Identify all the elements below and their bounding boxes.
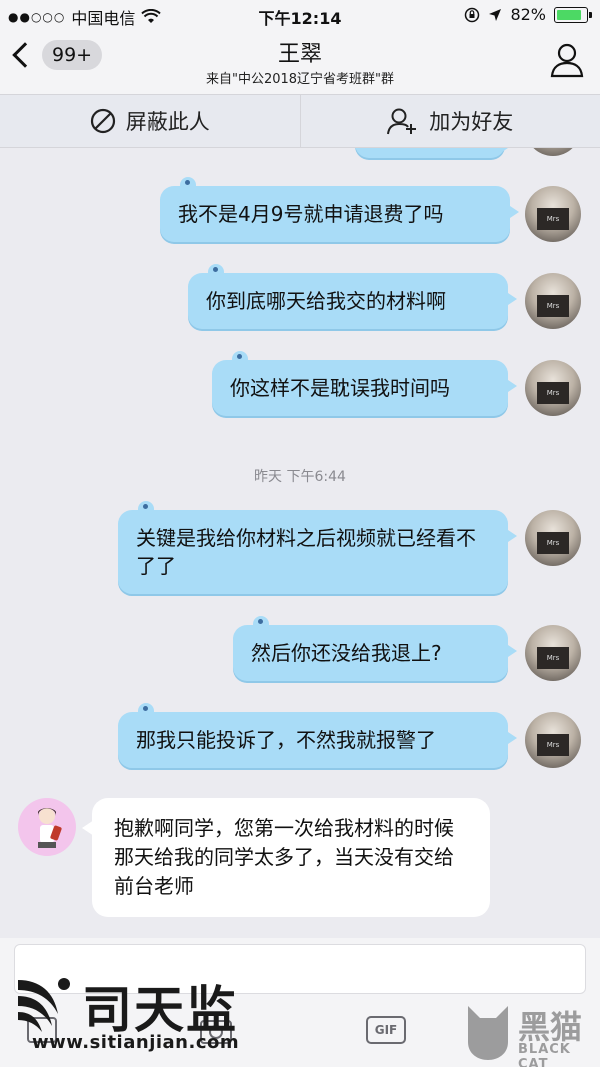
message-bubble[interactable]: 我不是4月9号就申请退费了吗 [160, 177, 519, 242]
message-bubble-partial [355, 148, 514, 158]
avatar[interactable]: Mrs [525, 625, 581, 681]
profile-icon[interactable] [550, 42, 584, 78]
cartoon-girl-icon [38, 808, 62, 848]
chat-subtitle: 来自"中公2018辽宁省考班群"群 [205, 72, 395, 87]
sitianjian-logo-icon [18, 978, 70, 1032]
avatar[interactable]: Mrs [525, 186, 581, 242]
message-text: 你到底哪天给我交的材料啊 [206, 289, 446, 313]
blackcat-watermark: 黑猫 BLACK CAT [462, 1002, 600, 1067]
black-cat-logo-icon [468, 1006, 508, 1060]
message-text: 关键是我给你材料之后视频就已经看不了了 [136, 526, 476, 578]
message-text: 抱歉啊同学，您第一次给我材料的时候那天给我的同学太多了，当天没有交给前台老师 [114, 816, 454, 898]
status-right: 82% [464, 5, 592, 24]
watermark-url: www.sitianjian.com [32, 1032, 240, 1053]
message-text: 你这样不是耽误我时间吗 [230, 376, 450, 400]
block-user-button[interactable]: 屏蔽此人 [0, 95, 301, 147]
location-arrow-icon [489, 8, 502, 21]
message-text: 那我只能投诉了，不然我就报警了 [136, 728, 436, 752]
gif-button[interactable]: GIF [366, 1016, 406, 1044]
avatar[interactable]: Mrs [525, 148, 581, 156]
avatar[interactable]: Mrs [525, 712, 581, 768]
message-bubble[interactable]: 你这样不是耽误我时间吗 [212, 351, 517, 416]
avatar[interactable]: Mrs [525, 510, 581, 566]
status-bar: ●●○○○ 中国电信 下午12:14 82% [0, 0, 600, 30]
message-bubble[interactable]: 你到底哪天给我交的材料啊 [188, 264, 517, 329]
watermark-cat-en: BLACK CAT [518, 1042, 571, 1067]
add-friend-label: 加为好友 [429, 110, 514, 134]
message-text: 我不是4月9号就申请退费了吗 [178, 202, 444, 226]
message-bubble[interactable]: 然后你还没给我退上? [233, 616, 517, 681]
avatar[interactable]: Mrs [525, 273, 581, 329]
chat-area[interactable]: Mrs 我不是4月9号就申请退费了吗 Mrs 你到底哪天给我交的材料啊 Mrs … [0, 148, 600, 938]
message-bubble[interactable]: 关键是我给你材料之后视频就已经看不了了 [118, 501, 517, 594]
block-icon [90, 108, 115, 134]
avatar[interactable]: Mrs [525, 360, 581, 416]
add-friend-button[interactable]: 加为好友 [301, 95, 600, 147]
message-bubble[interactable]: 那我只能投诉了，不然我就报警了 [118, 703, 517, 768]
message-text: 然后你还没给我退上? [251, 641, 442, 665]
message-timestamp: 昨天 下午6:44 [254, 469, 346, 485]
rotation-lock-icon [465, 7, 480, 22]
sender-avatar[interactable] [18, 798, 76, 856]
action-bar: 屏蔽此人 加为好友 [0, 94, 600, 148]
message-bubble-incoming[interactable]: 抱歉啊同学，您第一次给我材料的时候那天给我的同学太多了，当天没有交给前台老师 [82, 798, 490, 917]
block-user-label: 屏蔽此人 [125, 110, 210, 134]
chat-title: 王翠 [277, 42, 322, 67]
battery-icon [554, 6, 592, 23]
add-user-icon [387, 108, 417, 135]
battery-percent: 82% [510, 5, 546, 24]
chat-header: 99+ 王翠 来自"中公2018辽宁省考班群"群 [0, 30, 600, 94]
sitianjian-watermark: 司天监 www.sitianjian.com [10, 970, 250, 1060]
